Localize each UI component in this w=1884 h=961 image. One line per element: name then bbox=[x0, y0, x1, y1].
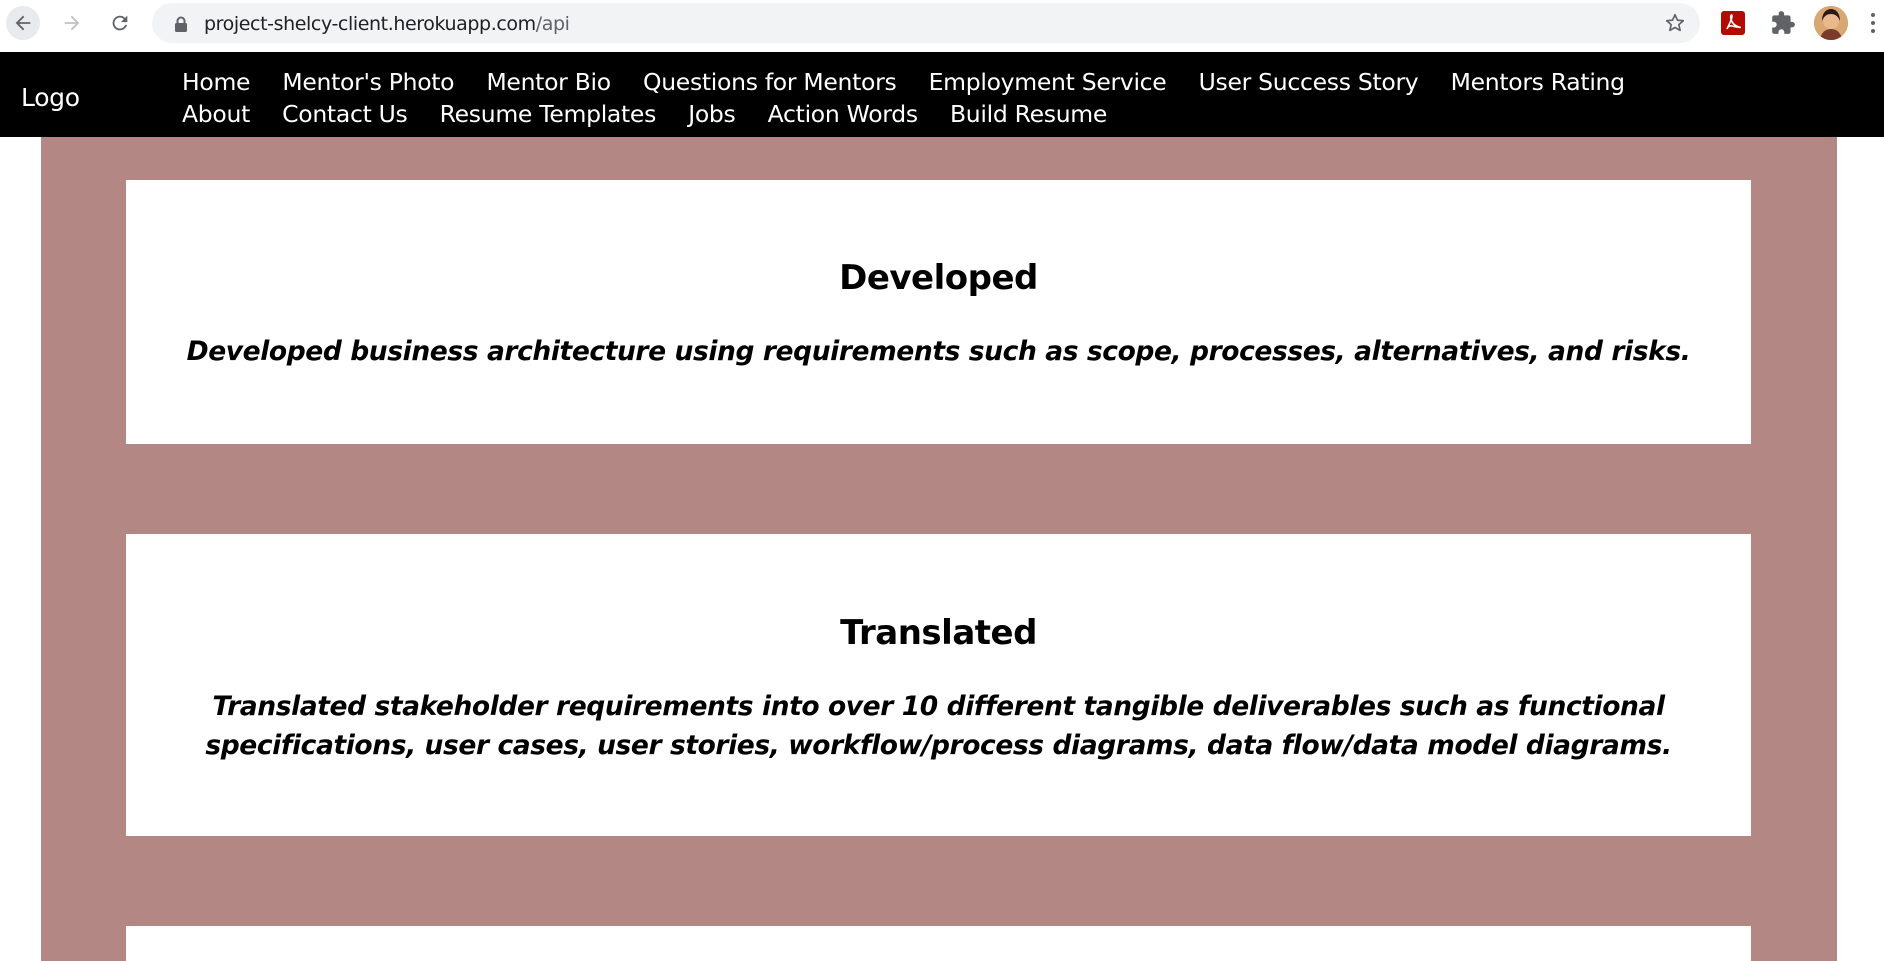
extensions-puzzle-icon[interactable] bbox=[1770, 10, 1796, 36]
nav-contact-us[interactable]: Contact Us bbox=[282, 100, 408, 128]
pdf-extension-icon[interactable] bbox=[1720, 10, 1746, 36]
nav-build-resume[interactable]: Build Resume bbox=[950, 100, 1107, 128]
action-word-card: Developed Developed business architectur… bbox=[126, 180, 1751, 444]
card-text: Translated stakeholder requirements into… bbox=[205, 691, 1672, 761]
profile-avatar[interactable] bbox=[1814, 6, 1848, 40]
nav-about[interactable]: About bbox=[182, 100, 250, 128]
url-text: project-shelcy-client.herokuapp.com/api bbox=[204, 13, 570, 35]
nav-jobs[interactable]: Jobs bbox=[688, 100, 736, 128]
more-vertical-icon[interactable] bbox=[1869, 12, 1877, 34]
arrow-right-icon bbox=[64, 15, 80, 31]
browser-toolbar: project-shelcy-client.herokuapp.com/api bbox=[0, 0, 1884, 46]
url-path: /api bbox=[535, 13, 570, 35]
nav-questions-for-mentors[interactable]: Questions for Mentors bbox=[643, 68, 897, 96]
nav-menu: Home Mentor's Photo Mentor Bio Questions… bbox=[182, 66, 1742, 130]
url-host: project-shelcy-client.herokuapp.com bbox=[204, 13, 536, 35]
nav-employment-service[interactable]: Employment Service bbox=[929, 68, 1167, 96]
action-word-card bbox=[126, 926, 1751, 961]
nav-action-words[interactable]: Action Words bbox=[768, 100, 918, 128]
card-title: Developed bbox=[839, 258, 1038, 298]
nav-mentors-rating[interactable]: Mentors Rating bbox=[1451, 68, 1625, 96]
bookmark-star-icon[interactable] bbox=[1664, 12, 1686, 34]
nav-resume-templates[interactable]: Resume Templates bbox=[440, 100, 657, 128]
back-button[interactable] bbox=[6, 6, 40, 40]
content-panel: Developed Developed business architectur… bbox=[41, 137, 1837, 961]
profile-photo-icon bbox=[1814, 6, 1848, 40]
site-navbar: Logo Home Mentor's Photo Mentor Bio Ques… bbox=[0, 52, 1884, 137]
site-logo[interactable]: Logo bbox=[21, 83, 80, 112]
forward-button[interactable] bbox=[55, 6, 89, 40]
card-text: Developed business architecture using re… bbox=[186, 336, 1691, 367]
card-title: Translated bbox=[840, 613, 1037, 653]
reload-button[interactable] bbox=[103, 6, 137, 40]
lock-icon bbox=[175, 16, 187, 32]
nav-user-success-story[interactable]: User Success Story bbox=[1199, 68, 1419, 96]
nav-mentor-bio[interactable]: Mentor Bio bbox=[486, 68, 611, 96]
reload-icon bbox=[112, 15, 128, 31]
action-word-card: Translated Translated stakeholder requir… bbox=[126, 534, 1751, 836]
address-bar[interactable]: project-shelcy-client.herokuapp.com/api bbox=[152, 3, 1700, 43]
arrow-left-icon bbox=[15, 15, 31, 31]
nav-mentors-photo[interactable]: Mentor's Photo bbox=[282, 68, 454, 96]
nav-home[interactable]: Home bbox=[182, 68, 251, 96]
